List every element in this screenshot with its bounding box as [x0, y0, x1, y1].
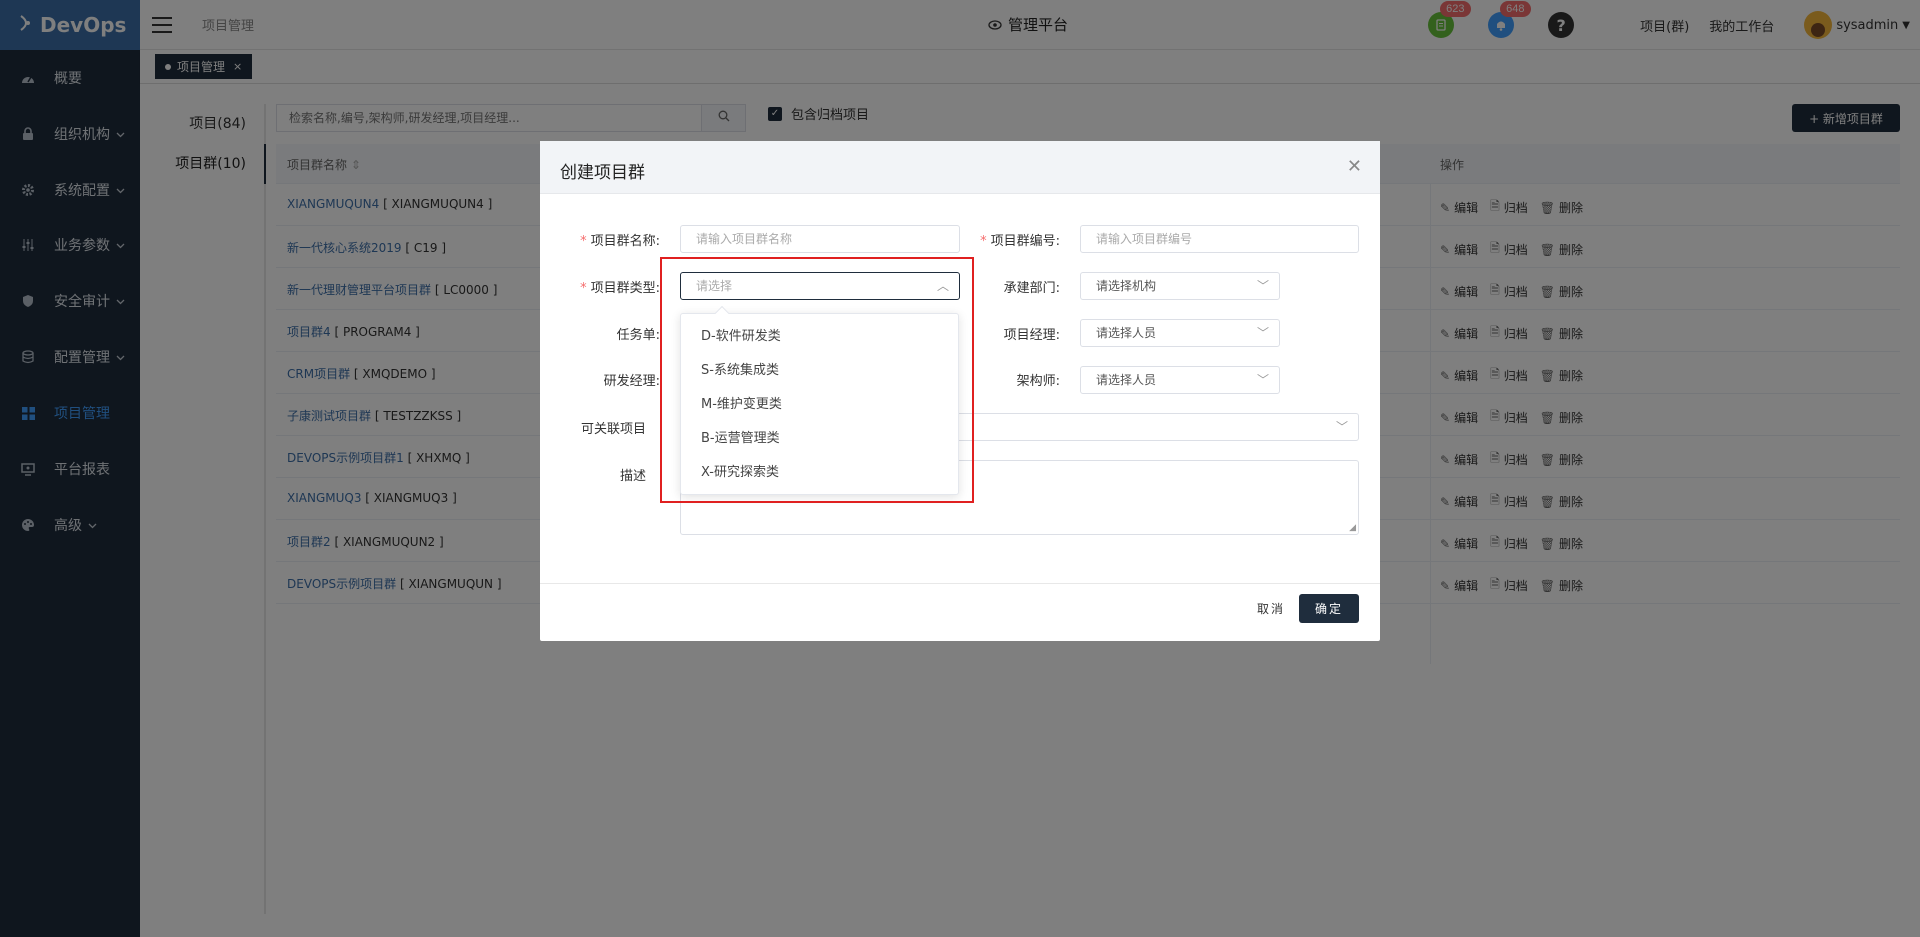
type-option[interactable]: D-软件研发类: [681, 320, 958, 354]
resize-grip-icon[interactable]: ◢: [1349, 523, 1356, 533]
desc-label: 描述: [619, 469, 646, 484]
type-option[interactable]: S-系统集成类: [681, 354, 958, 388]
group-type-select[interactable]: 请选择 ︿: [680, 272, 960, 300]
chevron-down-icon: ﹀: [1256, 326, 1269, 340]
dept-label: 承建部门:: [1003, 281, 1060, 296]
linked-label: 可关联项目: [580, 422, 646, 437]
task-label: 任务单:: [616, 328, 660, 343]
type-option[interactable]: X-研究探索类: [681, 456, 958, 490]
chevron-down-icon: ﹀: [1256, 373, 1269, 387]
type-label: * 项目群类型:: [580, 281, 660, 296]
rd-label: 研发经理:: [603, 374, 660, 389]
pm-select[interactable]: 请选择人员 ﹀: [1080, 319, 1280, 347]
type-option[interactable]: M-维护变更类: [681, 388, 958, 422]
dialog-title: 创建项目群: [560, 163, 645, 183]
architect-select[interactable]: 请选择人员 ﹀: [1080, 366, 1280, 394]
name-label: * 项目群名称:: [580, 234, 660, 249]
code-label: * 项目群编号:: [980, 234, 1060, 249]
cancel-button[interactable]: 取消: [1257, 600, 1285, 617]
close-icon[interactable]: ✕: [1347, 156, 1362, 177]
dept-select[interactable]: 请选择机构 ﹀: [1080, 272, 1280, 300]
dialog-header: 创建项目群 ✕: [540, 141, 1380, 194]
group-type-dropdown: D-软件研发类 S-系统集成类 M-维护变更类 B-运营管理类 X-研究探索类: [680, 305, 959, 495]
group-code-input[interactable]: 请输入项目群编号: [1080, 225, 1359, 253]
create-project-group-dialog: 创建项目群 ✕ * 项目群名称: 请输入项目群名称 * 项目群编号: 请输入项目群编…: [540, 141, 1380, 641]
chevron-down-icon: ﹀: [1335, 420, 1348, 434]
chevron-down-icon: ﹀: [1256, 279, 1269, 293]
confirm-button[interactable]: 确定: [1299, 594, 1359, 623]
type-option[interactable]: B-运营管理类: [681, 422, 958, 456]
dialog-footer: 取消 确定: [540, 583, 1380, 641]
group-name-input[interactable]: 请输入项目群名称: [680, 225, 960, 253]
